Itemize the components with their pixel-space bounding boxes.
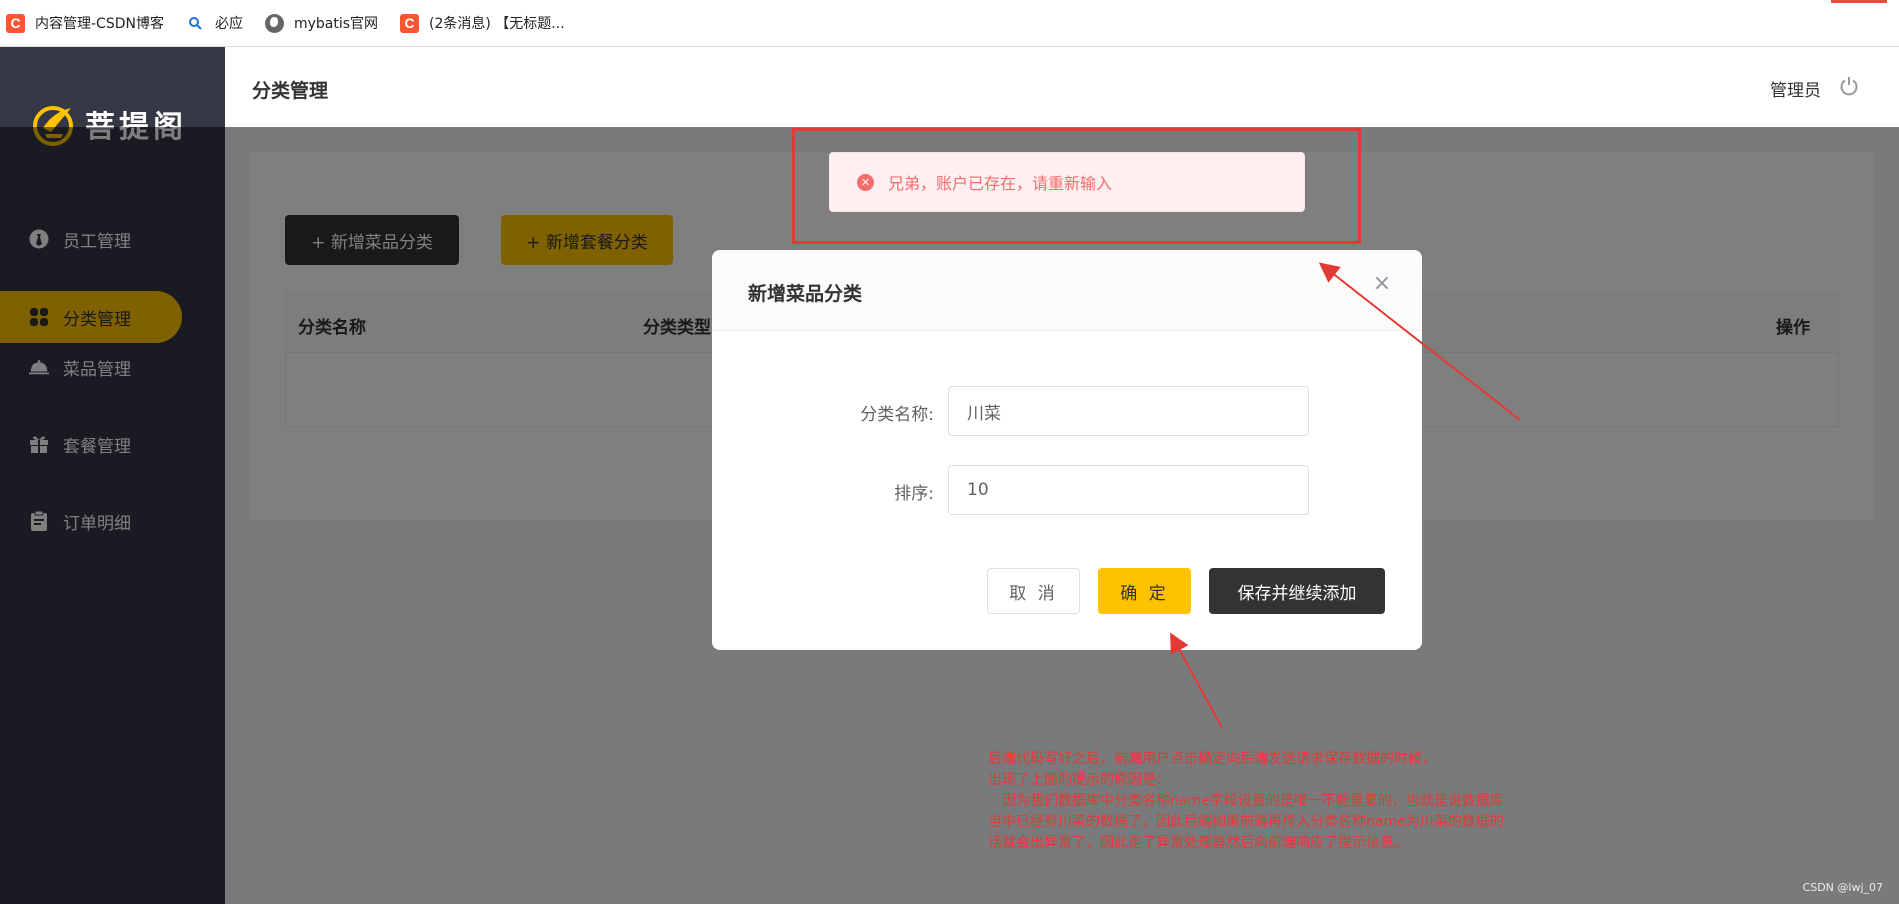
- bookmark-bing[interactable]: 必应: [186, 13, 243, 33]
- user-name[interactable]: 管理员: [1770, 76, 1821, 101]
- bookmark-csdn-message[interactable]: C (2条消息) 【无标题...: [400, 13, 565, 33]
- globe-icon: [264, 13, 284, 33]
- power-icon[interactable]: [1839, 76, 1859, 96]
- bookmark-label: 必应: [214, 16, 243, 32]
- sort-input[interactable]: 10: [948, 465, 1309, 515]
- watermark: CSDN @lwj_07: [1802, 881, 1883, 894]
- annotation-line: 话就会出异常了，因此走了异常处理器然后向前端响应了提示信息。: [988, 835, 1408, 851]
- bookmark-csdn[interactable]: C 内容管理-CSDN博客: [6, 13, 164, 33]
- add-category-dialog: 新增菜品分类 × 分类名称: 川菜 排序: 10 取 消 确 定 保存并继续添加: [712, 250, 1422, 650]
- csdn-icon: C: [6, 13, 25, 33]
- bookmark-mybatis[interactable]: mybatis官网: [264, 13, 379, 33]
- annotation-highlight-box: [792, 128, 1361, 244]
- csdn-icon: C: [400, 13, 420, 33]
- bookmark-label: mybatis官网: [293, 16, 379, 32]
- annotation-line: 后端代码写好之后，前端用户点击确定向后端发送请求保存数据的时候，: [988, 751, 1436, 767]
- annotation-line: 出现了上面的提示的原因是：: [988, 772, 1170, 788]
- annotation-line: 当中已经有川菜的数据了，因此后端如果前端再传入分类名称name为川菜的数据的: [988, 814, 1504, 830]
- tab-indicator: [1831, 0, 1887, 3]
- bookmarks-bar: C 内容管理-CSDN博客 必应 mybatis官网 C (2条消息) 【无标题…: [0, 0, 1899, 47]
- annotation-line: 因为我们数据库中分类名称name字段设置的是唯一不能重复的，也就是说数据库: [988, 793, 1504, 809]
- save-and-continue-button[interactable]: 保存并继续添加: [1209, 568, 1385, 614]
- annotation-text: 后端代码写好之后，前端用户点击确定向后端发送请求保存数据的时候， 出现了上面的提…: [988, 749, 1628, 854]
- page-title: 分类管理: [252, 80, 329, 102]
- top-header: 分类管理 管理员: [225, 47, 1899, 127]
- sort-label: 排序:: [894, 484, 934, 504]
- bookmark-label: (2条消息) 【无标题...: [429, 16, 565, 32]
- dialog-header: 新增菜品分类 ×: [712, 250, 1422, 331]
- category-name-input[interactable]: 川菜: [948, 386, 1309, 436]
- dialog-title: 新增菜品分类: [748, 283, 863, 305]
- confirm-button[interactable]: 确 定: [1098, 568, 1191, 614]
- bing-icon: [186, 14, 205, 33]
- category-name-label: 分类名称:: [860, 405, 934, 425]
- close-icon[interactable]: ×: [1372, 273, 1392, 295]
- cancel-button[interactable]: 取 消: [987, 568, 1080, 614]
- bookmark-label: 内容管理-CSDN博客: [35, 16, 164, 32]
